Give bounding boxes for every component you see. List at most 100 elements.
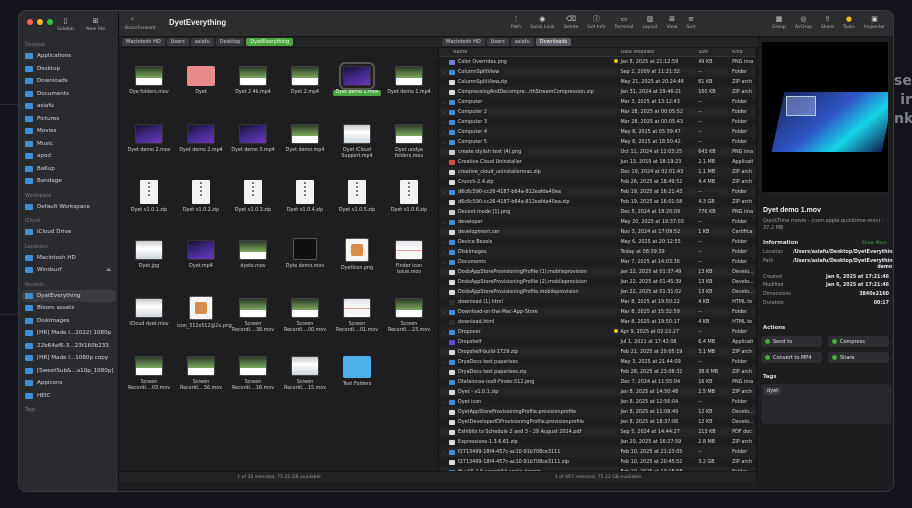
grid-item[interactable]: Screen Recordi....23.mov [383,286,435,344]
column-kind[interactable]: Kind [732,50,756,55]
table-row[interactable]: DyetDeveloperIDProvisioningProfile.provi… [439,417,756,427]
table-row[interactable]: Dyet - v1.0.1.zip Jan 8, 2025 at 14:50:48… [439,387,756,397]
close-button[interactable] [27,19,33,25]
grid-item[interactable]: Dyet undye folders.mov [383,112,435,170]
sidebar-item[interactable]: Windsurf ⏏ [19,264,119,277]
tag-chip[interactable]: dyet [764,387,782,395]
grid-item[interactable]: Screen Recordi....03.mov [123,344,175,402]
toolbar-sort-button[interactable]: ≡ Sort [686,15,695,30]
table-row[interactable]: › developer May 20, 2025 at 19:37:03 -- Fold… [439,217,756,227]
breadcrumb-item[interactable]: Users [486,38,509,46]
table-row[interactable]: DodoAppStoreProvisioningProfile (2).mobi… [439,277,756,287]
toolbar-quick-look-button[interactable]: ◉ Quick Look [530,15,555,30]
table-row[interactable]: DodoAppStoreProvisioningProfile (1).mobi… [439,267,756,277]
grid-item[interactable]: Dyet demo 2.mov [123,112,175,170]
table-row[interactable]: development.cer Nov 3, 2024 at 17:09:52 1 … [439,227,756,237]
toolbar-delete-button[interactable]: ⌫ Delete [564,15,579,30]
toolbar-layout-button[interactable]: ▥ Layout [642,15,657,30]
grid-item[interactable]: Dyet v1.0.6.zip [383,170,435,228]
show-more-link[interactable]: Show More [862,241,887,246]
table-row[interactable]: › Dropover Apr 9, 2025 at 02:22:27 -- Folder [439,327,756,337]
sidebar-item[interactable]: [HR] Made I...2022) 1080p [19,327,119,340]
table-row[interactable]: download (1).html Mar 8, 2025 at 19:50:22… [439,297,756,307]
grid-item[interactable]: Dyet demo 1.mp4 [383,54,435,112]
table-row[interactable]: DyetAppStoreProvisioningProfile.provisio… [439,407,756,417]
table-row[interactable]: › Computer Mar 3, 2025 at 13:12:43 -- Folder [439,97,756,107]
sidebar-item[interactable]: HEIC [19,390,119,403]
sidebar-item[interactable]: Applications [19,50,119,63]
table-row[interactable]: Exhibits to Schedule 2 and 3 - 29 August… [439,427,756,437]
grid-item[interactable]: Dyet demo.mp4 [279,112,331,170]
breadcrumb-item[interactable]: DyetEverything [246,38,294,46]
grid-item[interactable]: Dye folders.mov [123,54,175,112]
table-row[interactable]: creative_cloud_uninstallermac.zip Dec 19,… [439,167,756,177]
sidebar-item[interactable]: Pictures [19,113,119,126]
toolbar-get-info-button[interactable]: ⓘ Get Info [587,15,605,30]
table-row[interactable]: › Computer 2 Mar 28, 2025 at 00:05:52 -- Fol… [439,107,756,117]
grid-item[interactable]: Dyet [175,54,227,112]
grid-item[interactable]: Screen Recordi....15.mov [279,344,331,402]
table-row[interactable]: Dtafalonso-ios8-Finder.512.png Dec 7, 202… [439,377,756,387]
table-row[interactable]: f2713499-18f4-457c-ac10-91b708ce3111.zip… [439,457,756,467]
breadcrumb-item[interactable]: Desktop [215,38,245,46]
table-row[interactable]: d6c6c590-cc26-4187-b64a-812eafda40ea.zip… [439,197,756,207]
toolbar-path-button[interactable]: ⋮ Path [511,15,521,30]
toolbar-group-button[interactable]: ▦ Group [772,15,786,30]
table-row[interactable]: DryaDocs test paperless.zip Feb 28, 2025 … [439,367,756,377]
column-name[interactable]: Name [439,50,614,55]
sidebar-item[interactable]: Downloads [19,75,119,88]
grid-item[interactable]: Screen Recordi....00.mov [279,286,331,344]
sidebar-item[interactable]: 22b64af6-3...23t160b233 [19,340,119,353]
table-row[interactable]: › Download-on-the-Mac-App-Store Mar 8, 202… [439,307,756,317]
table-row[interactable]: create stylish text (4).png Oct 11, 2024 … [439,147,756,157]
new-file-button[interactable]: ⊞ New File [86,17,105,32]
grid-item[interactable]: Screen Recordi....56.mov [175,344,227,402]
breadcrumb-item[interactable]: asiafu [510,38,534,46]
sidebar-item[interactable]: DyetEverything [22,289,116,302]
grid-item[interactable]: Dyet demo 1.mov [331,54,383,112]
table-row[interactable]: › Computer 5 May 8, 2025 at 18:50:42 -- Fold… [439,137,756,147]
sidebar-item[interactable]: [SweetSub&...a10p_1080p] [19,365,119,378]
breadcrumb-item[interactable]: Macintosh HD [122,38,165,46]
table-row[interactable]: › Documents Mar 7, 2025 at 14:03:36 -- Folde… [439,257,756,267]
toolbar-airdrop-button[interactable]: ◎ AirDrop [795,15,812,30]
grid-item[interactable]: iCloud dyet.mov [123,286,175,344]
grid-item[interactable]: Screen Recordi....01.mov [331,286,383,344]
table-row[interactable]: › d6c6c590-cc26-4187-b64a-812eafda40ea Feb… [439,187,756,197]
table-row[interactable]: › Computer 4 May 8, 2025 at 05:39:47 -- Fold… [439,127,756,137]
sidebar-item[interactable]: Documents [19,88,119,101]
grid-item[interactable]: Text Folders [331,344,383,402]
sidebar-item[interactable]: [HR] Made I...1080p copy [19,352,119,365]
toolbar-inspector-button[interactable]: ▣ Inspector [864,15,885,30]
sidebar-item[interactable]: Default Workspace [19,201,119,214]
tags-field[interactable]: dyet [761,384,891,424]
sidebar-item[interactable]: iCloud Drive [19,226,119,239]
breadcrumb-item[interactable]: Macintosh HD [442,38,485,46]
grid-item[interactable]: Screen Recordi....38.mov [227,286,279,344]
grid-item[interactable]: Dyet v1.0.5.zip [331,170,383,228]
column-date-modified[interactable]: Date Modified [620,50,698,55]
table-row[interactable]: › ColumnSplitView Sep 2, 2009 at 11:21:32 -… [439,67,756,77]
grid-item[interactable]: Dyet iCloud Support.mp4 [331,112,383,170]
table-row[interactable]: Color Overrides.png Jan 8, 2025 at 21:12:… [439,57,756,67]
back-forward-button[interactable]: ‹ Back/Forward [125,15,156,31]
sidebar-item[interactable]: Appicons [19,377,119,390]
table-row[interactable]: CompressingAndDecompre...ithStreamCompre… [439,87,756,97]
table-row[interactable]: download.html Mar 8, 2025 at 19:50:17 4 KB… [439,317,756,327]
grid-item[interactable]: Dyte demo.mov [279,228,331,286]
eject-icon[interactable]: ⏏ [106,267,111,273]
sidebar-item[interactable]: BaKup [19,163,119,176]
sidebar-item[interactable]: DiskImages [19,315,119,328]
sidebar-item[interactable]: apod [19,150,119,163]
breadcrumb-item[interactable]: asiafu [190,38,214,46]
table-row[interactable]: › DiskImages Today at 08:39:39 -- Folder [439,247,756,257]
table-row[interactable]: › Dyet icon Jan 8, 2025 at 12:56:04 -- Folde… [439,397,756,407]
grid-item[interactable]: Dyet v1.0.1.zip [123,170,175,228]
grid-item[interactable]: Dyet 2.mp4 [279,54,331,112]
table-row[interactable]: Dropshelf Jul 1, 2021 at 17:42:08 6.4 MB Ap… [439,337,756,347]
grid-item[interactable]: Dyet v1.0.4.zip [279,170,331,228]
table-row[interactable]: › Device Bezels May 6, 2025 at 20:12:55 -- F… [439,237,756,247]
convert-mp4-button[interactable]: Convert to MP4 [761,352,822,363]
send-to-button[interactable]: Send to [761,336,822,347]
grid-item[interactable]: Screen Recordi....16.mov [227,344,279,402]
